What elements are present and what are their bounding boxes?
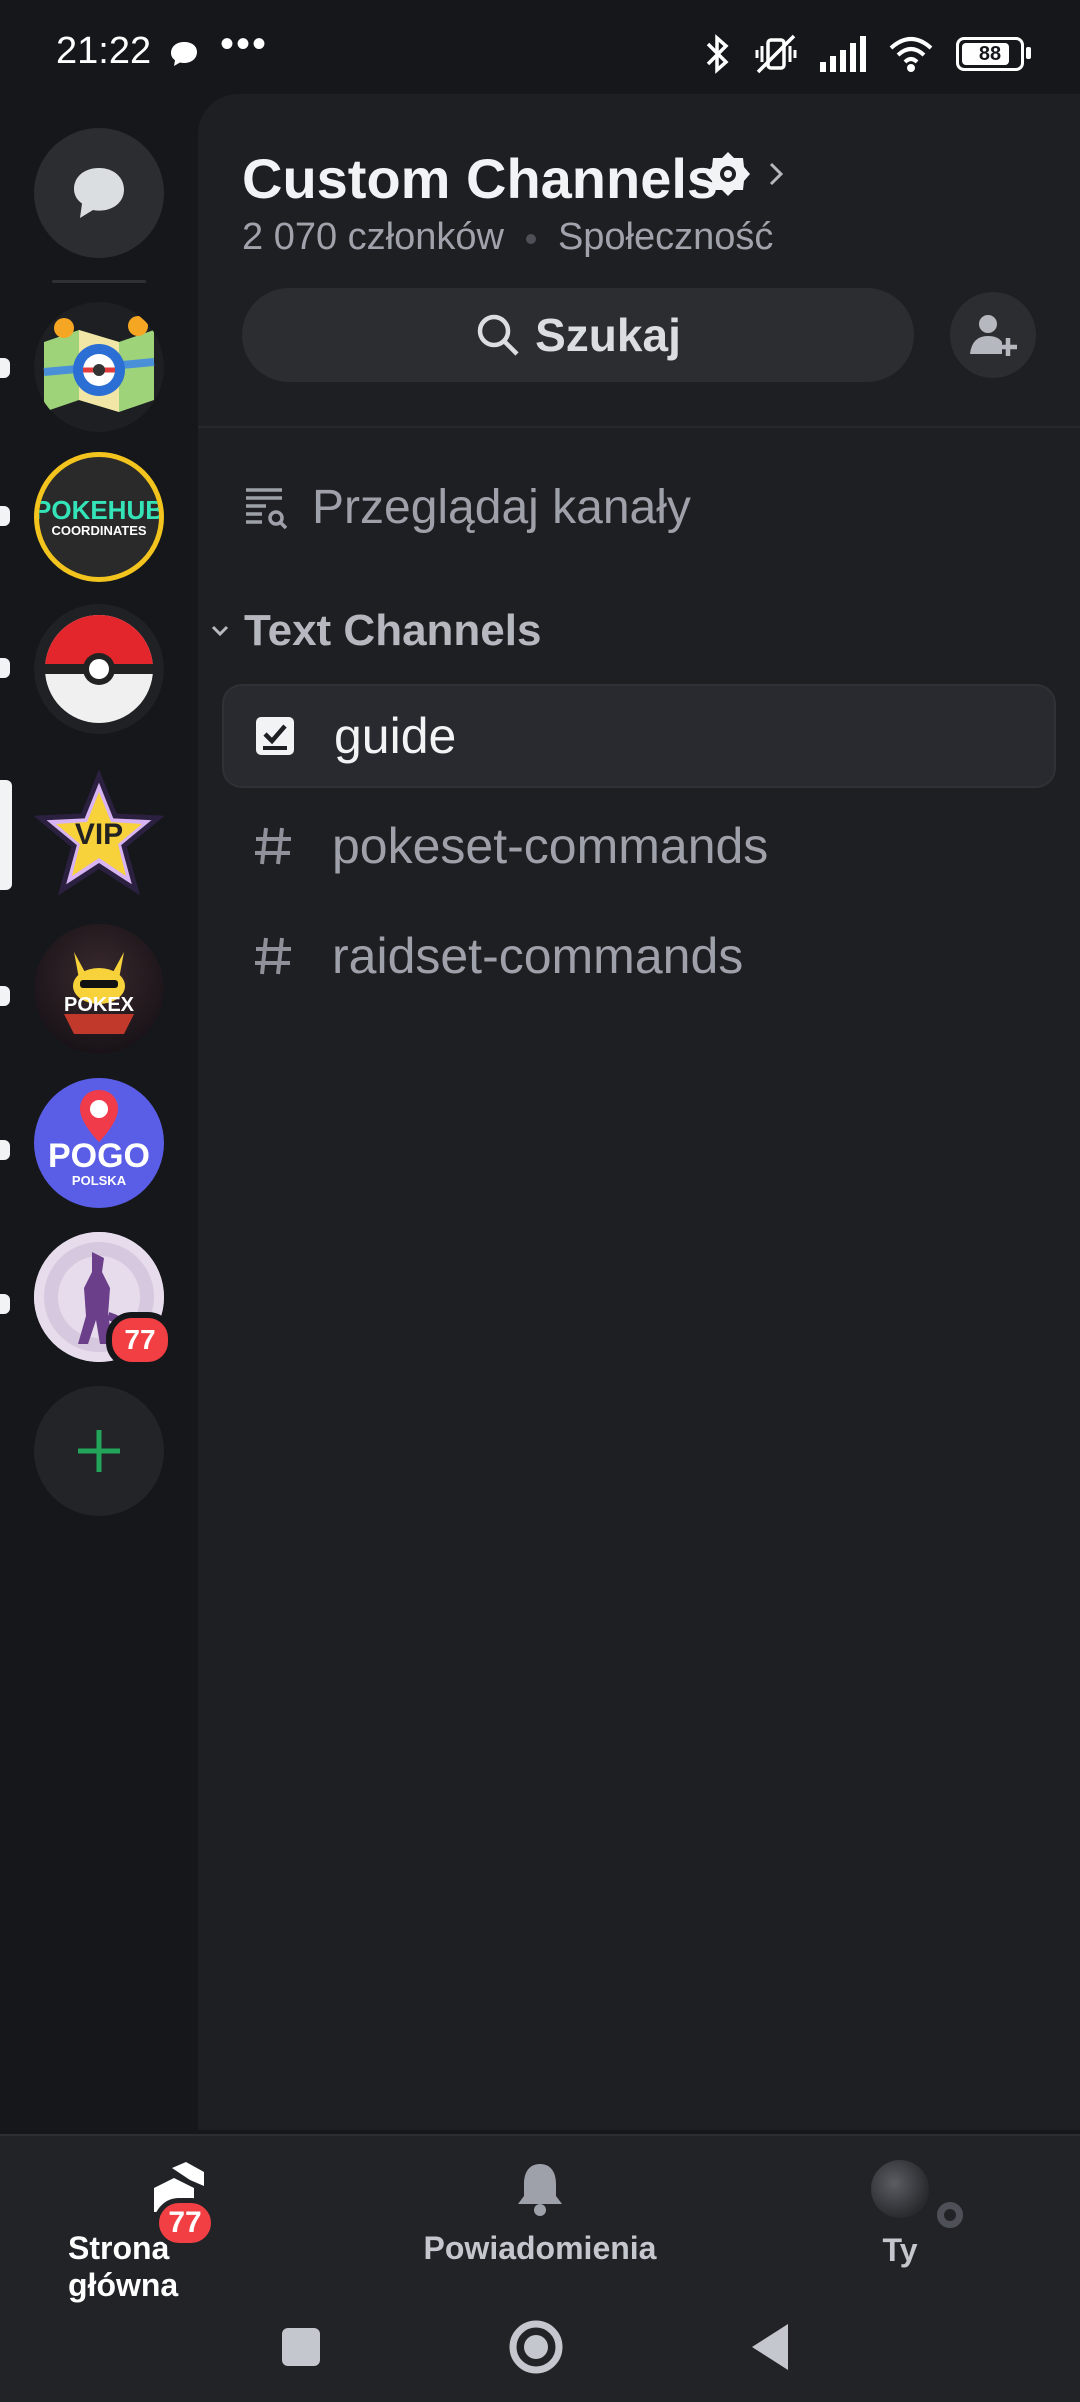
tab-notifications-label: Powiadomienia <box>423 2230 657 2266</box>
server-pokeball[interactable] <box>34 604 164 734</box>
status-more-dots: ••• <box>220 22 269 66</box>
browse-channels-label: Przeglądaj kanały <box>312 480 691 534</box>
chat-bubble-icon <box>74 168 124 218</box>
pikachu-icon <box>64 952 134 1034</box>
direct-messages-button[interactable] <box>34 128 164 258</box>
server-mewtwo[interactable]: 77 <box>34 1232 174 1368</box>
channel-raidset-commands[interactable]: raidset-commands <box>222 904 1056 1008</box>
server-rail: POKEHUB COORDINATES VIP POKEX POGO POLSK… <box>0 100 198 2130</box>
server-pogo-polska[interactable]: POGO POLSKA <box>34 1078 164 1208</box>
unread-pill <box>0 658 10 678</box>
add-member-icon <box>970 315 1017 356</box>
bottom-navigation: 77 Strona główna Powiadomienia Ty <box>0 2134 1080 2402</box>
unread-pill <box>0 986 10 1006</box>
unread-pill <box>0 506 10 526</box>
bluetooth-icon <box>706 34 729 74</box>
tab-notifications[interactable]: Powiadomienia <box>410 2160 670 2267</box>
channel-label: raidset-commands <box>332 928 744 984</box>
meta-separator <box>525 233 536 244</box>
pokex-text: POKEX <box>63 994 135 1016</box>
plus-icon <box>78 1430 120 1472</box>
status-time: 21:22 <box>56 30 152 72</box>
category-label: Text Channels <box>244 606 542 655</box>
server-pokex[interactable]: POKEX <box>34 924 164 1054</box>
chevron-down-icon <box>211 625 229 637</box>
bell-icon <box>518 2164 562 2216</box>
invite-members-button[interactable] <box>950 292 1036 378</box>
server-vip[interactable]: VIP <box>33 769 165 900</box>
status-bar: 21:22 ••• 88 <box>0 0 1080 100</box>
tab-home[interactable]: 77 Strona główna <box>68 2160 288 2304</box>
server-title[interactable]: Custom Channels <box>242 146 718 211</box>
channel-pokeset-commands[interactable]: pokeset-commands <box>222 794 1056 898</box>
add-server-button[interactable] <box>34 1386 164 1516</box>
unread-pill <box>0 1140 10 1160</box>
server-pokehub[interactable]: POKEHUB COORDINATES <box>34 452 164 582</box>
location-pin-icon <box>80 1090 118 1142</box>
server-meta: 2 070 członków Społeczność <box>242 216 773 259</box>
checklist-icon <box>244 714 306 758</box>
server-mention-badge: 77 <box>106 1312 174 1368</box>
vip-text: VIP <box>74 818 124 851</box>
unread-pill <box>0 358 10 378</box>
battery-icon: 88 <box>956 37 1031 71</box>
search-icon <box>477 314 519 356</box>
chat-bubble-icon <box>171 42 197 66</box>
search-button[interactable]: Szukaj <box>242 288 914 382</box>
channel-label: guide <box>334 708 457 764</box>
member-count: 2 070 członków <box>242 216 504 258</box>
map-server-icon <box>34 302 164 432</box>
header-divider <box>198 426 1080 428</box>
pokeball-icon <box>34 604 164 734</box>
offline-status-icon <box>937 2202 963 2228</box>
unread-pill <box>0 1294 10 1314</box>
channel-panel: Custom Channels 2 070 członków Społecznoś… <box>198 94 1080 2130</box>
category-text-channels[interactable]: Text Channels <box>210 606 541 656</box>
avatar <box>871 2160 963 2228</box>
pokehub-title: POKEHUB <box>34 494 164 525</box>
selected-server-pill <box>0 780 12 890</box>
channel-guide[interactable]: guide <box>222 684 1056 788</box>
chevron-right-icon[interactable] <box>766 160 786 188</box>
server-type: Społeczność <box>557 216 774 258</box>
hash-icon <box>242 934 304 978</box>
pogo-title: POGO <box>47 1137 151 1175</box>
verified-badge-icon <box>706 152 750 196</box>
wifi-icon <box>889 37 933 72</box>
hash-icon <box>242 824 304 868</box>
tab-you[interactable]: Ty <box>800 2160 1000 2269</box>
vibrate-off-icon <box>755 34 797 74</box>
server-map[interactable] <box>34 302 164 432</box>
channel-label: pokeset-commands <box>332 818 769 874</box>
pogo-subtitle: POLSKA <box>71 1173 127 1188</box>
status-icons: 88 <box>704 30 1031 78</box>
tab-you-label: Ty <box>882 2232 918 2268</box>
search-label: Szukaj <box>535 309 681 361</box>
home-mention-badge: 77 <box>154 2198 216 2248</box>
pokehub-subtitle: COORDINATES <box>51 522 147 538</box>
browse-channels-icon <box>246 488 288 530</box>
system-navigation-bar <box>282 2320 788 2374</box>
recents-icon[interactable] <box>282 2328 320 2366</box>
back-icon[interactable] <box>752 2324 788 2370</box>
browse-channels-button[interactable]: Przeglądaj kanały <box>242 472 691 542</box>
signal-icon <box>820 36 866 72</box>
rail-divider <box>52 280 146 283</box>
